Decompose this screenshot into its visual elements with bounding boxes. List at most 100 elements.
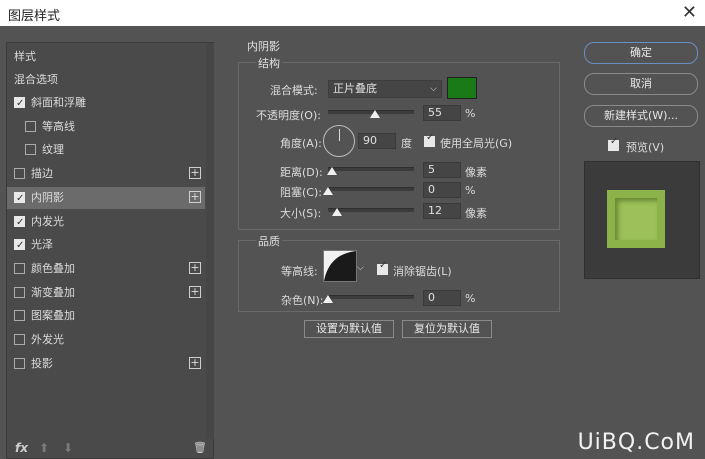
style-item-label: 颜色叠加	[31, 261, 75, 275]
choke-slider-handle[interactable]	[323, 187, 333, 195]
chevron-down-icon: ⌵	[430, 84, 437, 94]
blend-mode-label: 混合模式:	[270, 84, 318, 97]
size-label: 大小(S):	[280, 207, 322, 220]
inner-shadow-title: 内阴影	[247, 40, 280, 53]
style-item[interactable]: 斜面和浮雕	[7, 92, 205, 115]
window-title: 图层样式	[8, 9, 61, 24]
style-item-label: 等高线	[42, 119, 75, 133]
style-item[interactable]: 内阴影 +	[7, 186, 205, 210]
antialias-checkbox[interactable]	[377, 260, 388, 275]
fx-icon[interactable]: fx	[15, 441, 28, 455]
shadow-color-swatch[interactable]	[447, 77, 477, 99]
choke-label: 阻塞(C):	[280, 186, 322, 199]
cancel-button[interactable]: 取消	[584, 73, 698, 95]
watermark: UiBQ.CoM	[577, 430, 695, 455]
new-style-button[interactable]: 新建样式(W)...	[584, 105, 698, 127]
noise-slider[interactable]	[328, 295, 414, 299]
add-effect-icon[interactable]: +	[189, 190, 201, 203]
blend-options-item[interactable]: 混合选项	[7, 69, 205, 91]
style-item-checkbox[interactable]	[25, 144, 36, 156]
style-item-checkbox[interactable]	[14, 357, 25, 369]
distance-unit: 像素	[465, 166, 487, 179]
contour-chevron-icon[interactable]: ⌵	[357, 263, 364, 273]
add-effect-icon[interactable]: +	[189, 261, 201, 274]
contour-curve-icon	[324, 251, 356, 281]
quality-title: 品质	[256, 233, 282, 249]
choke-slider[interactable]	[328, 187, 414, 191]
size-slider-handle[interactable]	[332, 208, 342, 216]
contour-picker[interactable]	[323, 250, 357, 282]
angle-input[interactable]: 90	[358, 133, 396, 149]
contour-label: 等高线:	[281, 265, 318, 278]
style-item[interactable]: 等高线	[7, 116, 205, 138]
distance-slider-handle[interactable]	[327, 167, 337, 175]
style-item-label: 斜面和浮雕	[31, 96, 86, 109]
style-item[interactable]: 外发光	[7, 329, 205, 351]
style-item-label: 渐变叠加	[31, 285, 75, 299]
blend-options-label: 混合选项	[14, 73, 58, 86]
add-effect-icon[interactable]: +	[189, 285, 201, 298]
style-item[interactable]: 内发光	[7, 211, 205, 234]
style-item[interactable]: 光泽	[7, 234, 205, 257]
antialias-label: 消除锯齿(L)	[393, 265, 452, 278]
style-item-label: 外发光	[31, 333, 64, 346]
add-effect-icon[interactable]: +	[189, 356, 201, 369]
noise-unit: %	[465, 292, 476, 305]
style-item[interactable]: 描边 +	[7, 163, 205, 185]
preview-swatch-outer	[607, 190, 665, 248]
style-item-checkbox[interactable]	[25, 120, 36, 132]
style-item-checkbox[interactable]	[14, 93, 25, 115]
opacity-slider-handle[interactable]	[370, 110, 380, 118]
opacity-input[interactable]: 55	[423, 105, 461, 121]
angle-label: 角度(A):	[280, 137, 322, 150]
distance-input[interactable]: 5	[423, 162, 461, 178]
choke-unit: %	[465, 184, 476, 197]
move-down-icon[interactable]: ⬇	[63, 441, 73, 455]
style-item-checkbox[interactable]	[14, 235, 25, 257]
style-item[interactable]: 渐变叠加 +	[7, 282, 205, 304]
blend-mode-value: 正片叠底	[333, 82, 377, 95]
ok-button[interactable]: 确定	[584, 42, 698, 64]
layer-style-dialog: 样式 混合选项 斜面和浮雕等高线纹理描边 + 内阴影 + 内发光光泽颜色叠加 + 渐变叠加 +…	[0, 26, 705, 459]
style-item-checkbox[interactable]	[14, 262, 25, 274]
size-input[interactable]: 12	[423, 203, 461, 219]
style-item-label: 图案叠加	[31, 309, 75, 323]
noise-label: 杂色(N):	[281, 294, 324, 307]
add-effect-icon[interactable]: +	[189, 167, 201, 180]
style-item-label: 投影	[31, 356, 53, 370]
angle-dial[interactable]	[323, 125, 355, 157]
style-item[interactable]: 投影 +	[7, 353, 205, 375]
title-bar: 图层样式 ✕	[0, 0, 705, 26]
preview-checkbox[interactable]	[608, 136, 619, 151]
style-item[interactable]: 纹理	[7, 139, 205, 161]
choke-input[interactable]: 0	[423, 182, 461, 198]
move-up-icon[interactable]: ⬆	[39, 441, 49, 455]
style-item[interactable]: 颜色叠加 +	[7, 258, 205, 280]
styles-scrollbar[interactable]	[206, 43, 214, 439]
noise-input[interactable]: 0	[423, 290, 461, 306]
style-item-checkbox[interactable]	[14, 168, 25, 180]
styles-header-label: 样式	[14, 50, 36, 63]
reset-default-button[interactable]: 复位为默认值	[402, 320, 492, 338]
style-item-checkbox[interactable]	[14, 334, 25, 345]
style-item-checkbox[interactable]	[14, 286, 25, 298]
close-icon[interactable]: ✕	[682, 2, 697, 23]
style-item-checkbox[interactable]	[14, 310, 25, 322]
blend-mode-select[interactable]: 正片叠底 ⌵	[328, 80, 442, 98]
style-item-checkbox[interactable]	[14, 212, 25, 234]
style-item[interactable]: 图案叠加	[7, 305, 205, 327]
angle-unit: 度	[401, 137, 412, 150]
trash-icon[interactable]: 🗑	[193, 441, 207, 454]
opacity-unit: %	[465, 107, 476, 120]
style-item-checkbox[interactable]	[14, 188, 25, 210]
noise-slider-handle[interactable]	[323, 295, 333, 303]
opacity-label: 不透明度(O):	[256, 109, 321, 122]
set-default-button[interactable]: 设置为默认值	[304, 320, 394, 338]
structure-title: 结构	[256, 55, 282, 71]
style-item-label: 内发光	[31, 214, 64, 228]
global-light-label: 使用全局光(G)	[440, 137, 513, 150]
style-preview	[584, 161, 700, 279]
global-light-checkbox[interactable]	[424, 132, 435, 147]
distance-slider[interactable]	[328, 167, 414, 171]
styles-header[interactable]: 样式	[7, 46, 205, 68]
